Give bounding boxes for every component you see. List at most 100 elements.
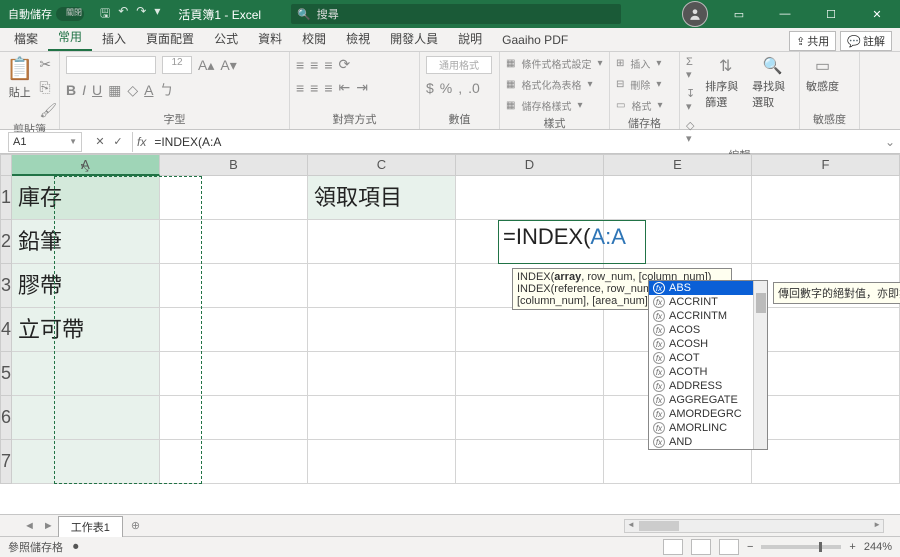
align-right-icon[interactable]: ≡ bbox=[324, 80, 332, 96]
col-header-d[interactable]: D bbox=[456, 154, 604, 176]
cell[interactable] bbox=[160, 308, 308, 352]
cut-icon[interactable]: ✂ bbox=[39, 56, 57, 73]
cell[interactable] bbox=[160, 352, 308, 396]
conditional-format-button[interactable]: ▦ 條件式格式設定 ▾ bbox=[506, 56, 602, 71]
scrollbar-thumb[interactable] bbox=[639, 521, 679, 531]
col-header-c[interactable]: C bbox=[308, 154, 456, 176]
minimize-button[interactable]: — bbox=[762, 0, 808, 28]
cell[interactable] bbox=[752, 220, 900, 264]
undo-icon[interactable]: ↶ bbox=[118, 4, 128, 25]
sort-filter-button[interactable]: ⇅排序與篩選 bbox=[705, 56, 746, 110]
align-top-icon[interactable]: ≡ bbox=[296, 57, 304, 73]
chevron-down-icon[interactable]: ▼ bbox=[69, 137, 77, 146]
maximize-button[interactable]: ☐ bbox=[808, 0, 854, 28]
cell[interactable] bbox=[308, 352, 456, 396]
fill-icon[interactable]: ↧ ▾ bbox=[686, 87, 699, 113]
fn-item[interactable]: fxACOS bbox=[649, 323, 767, 337]
cell[interactable] bbox=[160, 176, 308, 220]
scrollbar-thumb[interactable] bbox=[756, 293, 766, 313]
currency-icon[interactable]: $ bbox=[426, 80, 434, 96]
copy-icon[interactable]: ⎘ bbox=[39, 79, 57, 96]
col-header-b[interactable]: B bbox=[160, 154, 308, 176]
cell[interactable] bbox=[456, 396, 604, 440]
cell[interactable]: 膠帶 bbox=[12, 264, 160, 308]
cell[interactable] bbox=[752, 352, 900, 396]
tab-gaaiho[interactable]: Gaaiho PDF bbox=[492, 29, 578, 51]
pagebreak-view-icon[interactable] bbox=[719, 539, 739, 555]
normal-view-icon[interactable] bbox=[663, 539, 683, 555]
fn-item[interactable]: fxAND bbox=[649, 435, 767, 449]
redo-icon[interactable]: ↷ bbox=[136, 4, 146, 25]
tab-review[interactable]: 校閱 bbox=[292, 26, 336, 51]
format-as-table-button[interactable]: ▦ 格式化為表格 ▾ bbox=[506, 77, 592, 92]
cell[interactable] bbox=[456, 176, 604, 220]
cell[interactable] bbox=[456, 440, 604, 484]
font-name-combo[interactable] bbox=[66, 56, 156, 74]
fn-item[interactable]: fxACCRINT bbox=[649, 295, 767, 309]
row-header[interactable]: 5 bbox=[0, 352, 12, 396]
zoom-level[interactable]: 244% bbox=[864, 541, 892, 553]
toggle-off-icon[interactable] bbox=[56, 7, 84, 21]
macro-record-icon[interactable]: ⏺ bbox=[73, 541, 79, 554]
cell[interactable]: 領取項目 bbox=[308, 176, 456, 220]
percent-icon[interactable]: % bbox=[440, 80, 452, 96]
outdent-icon[interactable]: ⇥ bbox=[356, 79, 368, 96]
tab-view[interactable]: 檢視 bbox=[336, 26, 380, 51]
col-header-f[interactable]: F bbox=[752, 154, 900, 176]
cell[interactable] bbox=[308, 396, 456, 440]
fn-item[interactable]: fxAMORLINC bbox=[649, 421, 767, 435]
account-icon[interactable] bbox=[682, 1, 708, 27]
save-icon[interactable]: 🖫 bbox=[100, 4, 110, 25]
cancel-formula-icon[interactable]: ✕ bbox=[92, 135, 108, 148]
formula-input[interactable]: =INDEX(A:A bbox=[150, 135, 880, 149]
tab-insert[interactable]: 插入 bbox=[92, 26, 136, 51]
cell[interactable] bbox=[12, 440, 160, 484]
col-header-e[interactable]: E bbox=[604, 154, 752, 176]
sensitivity-button[interactable]: ▭敏感度 bbox=[806, 56, 839, 94]
cell[interactable] bbox=[160, 220, 308, 264]
align-center-icon[interactable]: ≡ bbox=[310, 80, 318, 96]
cell[interactable] bbox=[752, 176, 900, 220]
select-all-corner[interactable] bbox=[0, 154, 12, 176]
tab-formulas[interactable]: 公式 bbox=[204, 26, 248, 51]
fx-icon[interactable]: fx bbox=[133, 135, 150, 149]
fn-item[interactable]: fxACOSH bbox=[649, 337, 767, 351]
cell-styles-button[interactable]: ▦ 儲存格樣式 ▾ bbox=[506, 98, 582, 113]
qat-more-icon[interactable]: ▾ bbox=[154, 4, 160, 25]
cell[interactable] bbox=[604, 220, 752, 264]
enter-formula-icon[interactable]: ✓ bbox=[110, 135, 126, 148]
underline-icon[interactable]: U bbox=[92, 82, 102, 98]
cell[interactable] bbox=[308, 264, 456, 308]
orientation-icon[interactable]: ⟳ bbox=[339, 56, 351, 73]
tab-nav-next-icon[interactable]: ► bbox=[39, 520, 58, 532]
ribbon-display-icon[interactable]: ▭ bbox=[716, 0, 762, 28]
tab-developer[interactable]: 開發人員 bbox=[380, 26, 448, 51]
horizontal-scrollbar[interactable] bbox=[624, 519, 884, 533]
align-bottom-icon[interactable]: ≡ bbox=[324, 57, 332, 73]
row-header[interactable]: 2 bbox=[0, 220, 12, 264]
search-box[interactable]: 🔍 搜尋 bbox=[291, 4, 621, 24]
fn-item[interactable]: fxACOTH bbox=[649, 365, 767, 379]
row-header[interactable]: 3 bbox=[0, 264, 12, 308]
fn-item[interactable]: fxACCRINTM bbox=[649, 309, 767, 323]
row-header[interactable]: 6 bbox=[0, 396, 12, 440]
tab-file[interactable]: 檔案 bbox=[4, 26, 48, 51]
cell[interactable] bbox=[160, 264, 308, 308]
cell[interactable] bbox=[456, 352, 604, 396]
format-cells-button[interactable]: ▭ 格式 ▾ bbox=[616, 98, 662, 113]
cell[interactable] bbox=[160, 440, 308, 484]
row-header[interactable]: 4 bbox=[0, 308, 12, 352]
row-header[interactable]: 1 bbox=[0, 176, 12, 220]
zoom-out-icon[interactable]: − bbox=[747, 541, 753, 553]
comments-button[interactable]: 💬註解 bbox=[840, 31, 892, 51]
in-cell-formula[interactable]: =INDEX(A:A bbox=[503, 224, 626, 250]
fn-item[interactable]: fxADDRESS bbox=[649, 379, 767, 393]
number-format-combo[interactable]: 通用格式 bbox=[426, 56, 492, 74]
tab-layout[interactable]: 頁面配置 bbox=[136, 26, 204, 51]
pagelayout-view-icon[interactable] bbox=[691, 539, 711, 555]
phonetic-icon[interactable]: ㄅ bbox=[160, 80, 174, 100]
cell[interactable] bbox=[752, 440, 900, 484]
zoom-slider[interactable] bbox=[761, 545, 841, 549]
fn-item[interactable]: fxAGGREGATE bbox=[649, 393, 767, 407]
increase-decimal-icon[interactable]: .0 bbox=[468, 80, 480, 96]
